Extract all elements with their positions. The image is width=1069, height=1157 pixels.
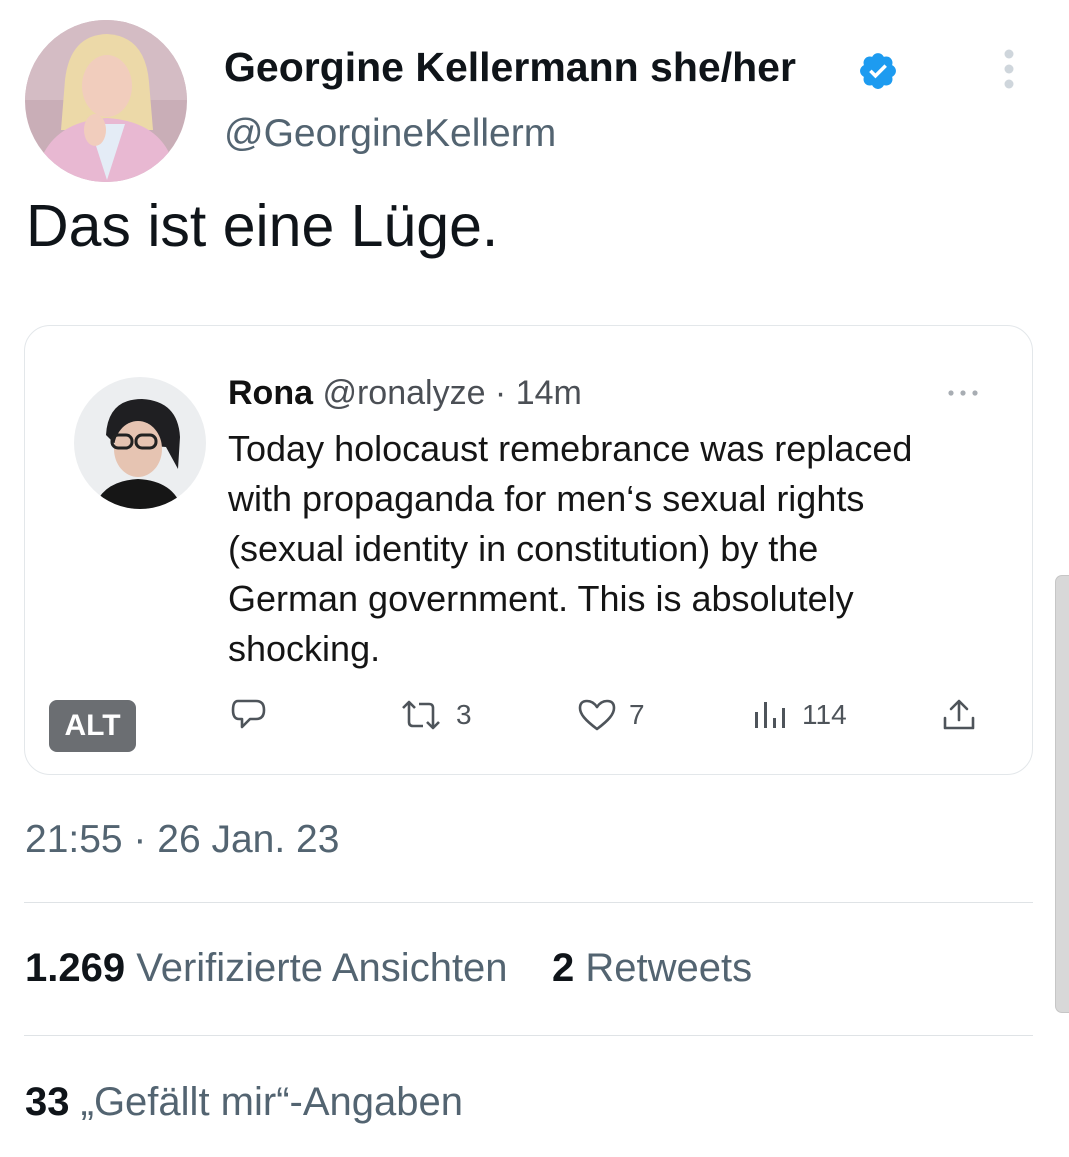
stats-row: 1.269 Verifizierte Ansichten 2 Retweets [25,946,752,991]
quoted-text-line: with propaganda for men‘s sexual rights [228,478,865,519]
share-icon [943,699,975,730]
quoted-views-count: 114 [802,699,847,730]
retweet-icon [402,700,440,730]
quoted-text-line: shocking. [228,628,381,669]
quoted-reply-action [230,693,268,737]
author-avatar[interactable] [25,20,187,182]
author-handle[interactable]: @GeorgineKellerm [224,112,556,156]
quoted-text-line: (sexual identity in constitution) by the [228,528,819,569]
more-options-icon[interactable] [996,48,1022,90]
author-avatar-image [25,20,187,182]
views-count: 1.269 [25,946,126,990]
quoted-author-name: Rona [228,374,313,412]
alt-text-badge[interactable]: ALT [49,700,136,752]
reply-icon [231,699,266,729]
retweets-count: 2 [552,946,575,990]
quoted-retweet-action: 3 [398,693,472,737]
quoted-views-action: 114 [752,693,847,737]
quoted-more-icon [948,390,978,396]
author-name[interactable]: Georgine Kellermann she/her [224,44,796,91]
quoted-text: Today holocaust remebrance was replaced … [228,424,998,674]
tweet-text: Das ist eine Lüge. [26,193,499,259]
views-label: Verifizierte Ansichten [136,946,508,990]
likes-stat[interactable]: 33 „Gefällt mir“-Angaben [25,1080,463,1125]
quoted-like-count: 7 [629,699,645,730]
divider [24,1035,1033,1036]
verified-badge-icon [860,53,896,89]
tweet-timestamp[interactable]: 21:55 · 26 Jan. 23 [25,818,339,862]
heart-icon [578,699,616,731]
quoted-avatar-image [74,377,206,509]
quoted-like-action: 7 [577,693,645,737]
quoted-header: Rona @ronalyze · 14m [228,374,582,413]
likes-label: „Gefällt mir“-Angaben [80,1080,463,1124]
likes-count: 33 [25,1080,70,1124]
views-stat[interactable]: 1.269 Verifizierte Ansichten [25,946,519,990]
quoted-text-line: German government. This is absolutely [228,578,854,619]
divider [24,902,1033,903]
retweets-stat[interactable]: 2 Retweets [552,946,752,990]
quoted-author-handle: @ronalyze [322,374,486,412]
views-chart-icon [755,702,785,728]
quoted-author-avatar [74,377,206,509]
retweets-label: Retweets [585,946,753,990]
scrollbar-thumb[interactable] [1055,575,1069,1013]
quoted-time: · 14m [485,374,582,412]
quoted-share-action [940,693,978,737]
quoted-retweet-count: 3 [456,699,472,730]
quoted-text-line: Today holocaust remebrance was replaced [228,428,913,469]
